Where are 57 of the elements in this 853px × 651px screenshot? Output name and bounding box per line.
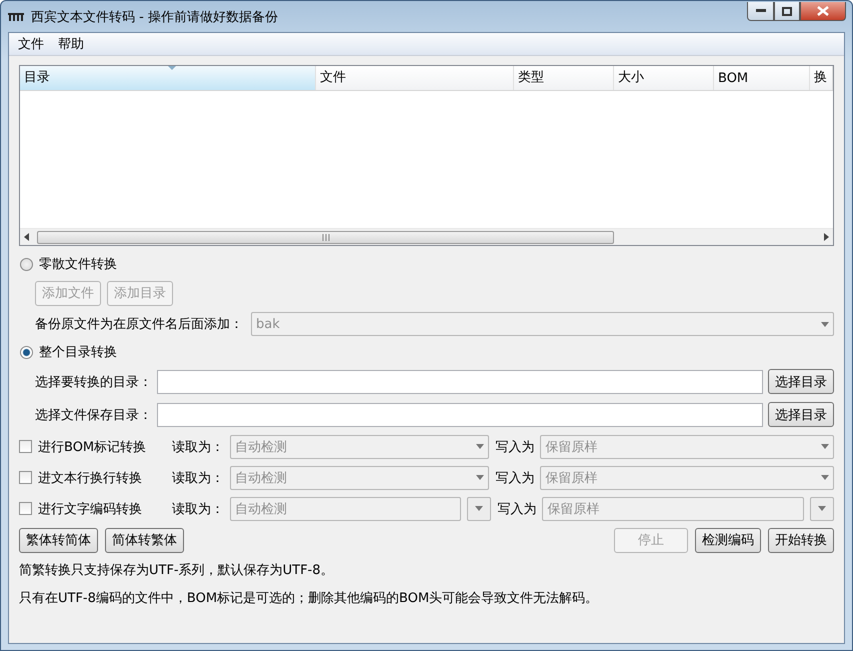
close-button[interactable] — [800, 2, 846, 21]
checkbox-label: 进文本行换行转换 — [38, 470, 143, 486]
horizontal-scrollbar[interactable] — [20, 228, 833, 245]
minimize-button[interactable] — [747, 2, 774, 21]
dropdown-button[interactable] — [467, 496, 492, 520]
column-header[interactable]: 文件 — [316, 66, 514, 90]
write-label: 写入为 — [497, 500, 536, 518]
caret-icon — [821, 475, 829, 480]
caret-icon — [476, 444, 484, 449]
menu-item[interactable]: 文件 — [11, 35, 51, 53]
app-icon — [7, 10, 25, 22]
read-label: 读取为： — [172, 470, 224, 486]
dropdown-button[interactable] — [810, 496, 834, 520]
checkbox-label: 进行文字编码转换 — [38, 500, 143, 518]
write-label: 写入为 — [495, 470, 534, 486]
sort-icon — [168, 66, 176, 70]
info-text: 只有在UTF-8编码的文件中，BOM标记是可选的；删除其他编码的BOM头可能会导致文件无法解码。 — [19, 590, 598, 607]
convert-script-button[interactable]: 繁体转简体 — [19, 528, 98, 552]
choose-directory-button[interactable]: 选择目录 — [768, 369, 834, 394]
directory-field[interactable] — [157, 402, 763, 426]
radio-label: 整个目录转换 — [39, 344, 117, 361]
choose-directory-button[interactable]: 选择目录 — [768, 402, 834, 427]
caret-icon — [821, 322, 829, 326]
action-button[interactable]: 检测编码 — [695, 528, 761, 552]
checkbox[interactable] — [19, 440, 32, 453]
grip-icon — [322, 234, 330, 240]
checkbox[interactable] — [19, 471, 32, 484]
window-title: 西宾文本文件转码 - 操作前请做好数据备份 — [31, 8, 279, 26]
close-icon — [817, 6, 829, 16]
maximize-button[interactable] — [774, 2, 800, 21]
column-header[interactable]: 换 — [810, 66, 833, 90]
action-button[interactable]: 开始转换 — [768, 528, 834, 552]
radio-button[interactable] — [20, 258, 33, 270]
checkbox[interactable] — [19, 502, 32, 515]
convert-script-button[interactable]: 简体转繁体 — [105, 528, 184, 552]
caret-icon — [476, 475, 484, 480]
caret-icon — [818, 506, 826, 511]
menu-item[interactable]: 帮助 — [51, 35, 91, 53]
column-header[interactable]: 大小 — [614, 66, 714, 90]
radio-label: 零散文件转换 — [39, 256, 117, 273]
directory-field[interactable] — [157, 370, 763, 394]
checkbox-label: 进行BOM标记转换 — [38, 438, 148, 456]
column-header[interactable]: 目录 — [20, 66, 316, 90]
write-label: 写入为 — [495, 438, 534, 456]
field-label: 选择文件保存目录： — [35, 406, 152, 424]
field-label: 选择要转换的目录： — [35, 374, 152, 390]
maximize-icon — [782, 6, 792, 16]
caret-icon — [821, 444, 829, 449]
radio-button[interactable] — [20, 346, 33, 358]
column-header[interactable]: 类型 — [514, 66, 614, 90]
info-text: 简繁转换只支持保存为UTF-系列，默认保存为UTF-8。 — [19, 562, 334, 579]
backup-label: 备份原文件为在原文件名后面添加： — [35, 316, 243, 333]
minimize-icon — [756, 9, 766, 13]
caret-icon — [475, 506, 484, 511]
column-header[interactable]: BOM — [714, 66, 810, 90]
read-label: 读取为： — [172, 438, 224, 456]
read-label: 读取为： — [172, 500, 224, 518]
